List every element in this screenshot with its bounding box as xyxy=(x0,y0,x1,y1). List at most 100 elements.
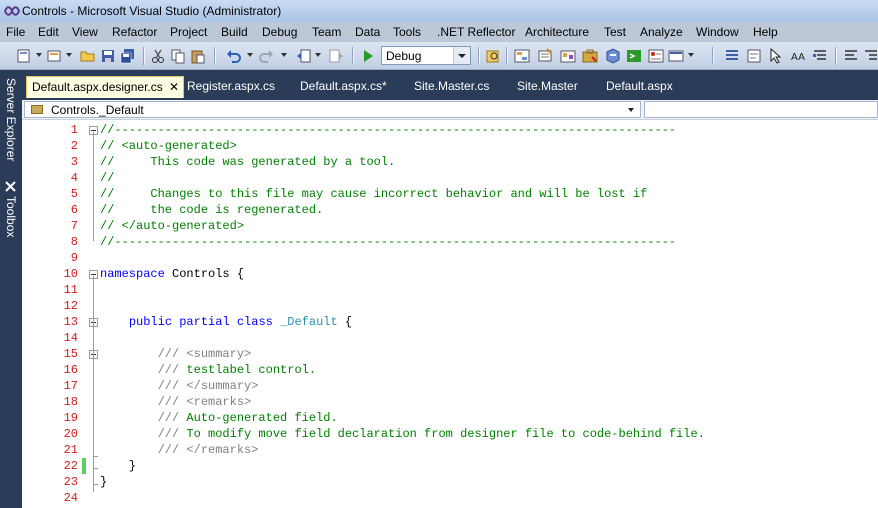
solution-configuration-dropdown[interactable]: Debug xyxy=(381,46,471,65)
object-browser-icon[interactable] xyxy=(560,48,576,64)
type-selector-value: Controls._Default xyxy=(51,103,144,117)
add-item-dropdown-icon[interactable] xyxy=(66,53,72,57)
code-line[interactable]: 24 xyxy=(22,490,878,506)
toolbar-separator xyxy=(712,47,714,65)
menu-analyze[interactable]: Analyze xyxy=(640,25,683,39)
paste-icon[interactable] xyxy=(190,48,206,64)
tab-register-aspx-cs[interactable]: Register.aspx.cs xyxy=(180,76,276,98)
menu-project[interactable]: Project xyxy=(170,25,207,39)
undo-dropdown-icon[interactable] xyxy=(247,53,253,57)
command-window-icon[interactable] xyxy=(626,48,642,64)
tab-default-aspx-cs[interactable]: Default.aspx.cs* xyxy=(294,76,390,98)
code-token: // the code is regenerated. xyxy=(100,203,324,217)
menu-edit[interactable]: Edit xyxy=(38,25,59,39)
code-line[interactable]: 13 public partial class _Default { xyxy=(22,314,878,330)
immediate-window-icon[interactable] xyxy=(668,48,684,64)
find-in-files-icon[interactable] xyxy=(485,48,501,64)
code-line[interactable]: 23} xyxy=(22,474,878,490)
format-list-icon[interactable] xyxy=(724,48,740,64)
tab-site-master-cs[interactable]: Site.Master.cs xyxy=(408,76,498,98)
code-line[interactable]: 12 xyxy=(22,298,878,314)
toggle-breakpoint-icon[interactable] xyxy=(746,48,762,64)
toolbox-tab[interactable]: Toolbox xyxy=(2,180,20,250)
menu-file[interactable]: File xyxy=(6,25,25,39)
class-icon xyxy=(31,105,43,114)
redo-icon[interactable] xyxy=(258,48,274,64)
font-icon[interactable]: AA xyxy=(790,48,806,64)
menu-test[interactable]: Test xyxy=(604,25,626,39)
code-line[interactable]: 6 // the code is regenerated. xyxy=(22,202,878,218)
type-selector-dropdown[interactable]: Controls._Default xyxy=(24,101,641,118)
menu-team[interactable]: Team xyxy=(312,25,341,39)
svg-text:AA: AA xyxy=(791,52,805,63)
menu-net-reflector[interactable]: .NET Reflector xyxy=(437,25,515,39)
code-line[interactable]: 18 /// <remarks> xyxy=(22,394,878,410)
code-line[interactable]: 14 xyxy=(22,330,878,346)
code-line[interactable]: 15 /// <summary> xyxy=(22,346,878,362)
save-all-icon[interactable] xyxy=(120,48,136,64)
code-line[interactable]: 21 /// </remarks> xyxy=(22,442,878,458)
indent-icon[interactable] xyxy=(863,48,878,64)
code-line[interactable]: 10 namespace Controls { xyxy=(22,266,878,282)
open-file-icon[interactable] xyxy=(80,48,96,64)
start-page-icon[interactable] xyxy=(605,48,621,64)
code-line[interactable]: 22 } xyxy=(22,458,878,474)
member-selector-dropdown[interactable] xyxy=(644,101,878,118)
navigate-forward-icon[interactable] xyxy=(328,48,344,64)
new-project-icon[interactable] xyxy=(16,48,32,64)
menu-tools[interactable]: Tools xyxy=(393,25,421,39)
code-token: namespace xyxy=(100,267,165,281)
menu-view[interactable]: View xyxy=(72,25,98,39)
chevron-down-icon[interactable] xyxy=(628,108,634,112)
redo-dropdown-icon[interactable] xyxy=(281,53,287,57)
properties-icon[interactable] xyxy=(537,48,553,64)
tab-default-aspx-designer-cs[interactable]: Default.aspx.designer.cs ✕ xyxy=(26,76,184,98)
code-line[interactable]: 16 /// testlabel control. xyxy=(22,362,878,378)
code-line[interactable]: 8 //-------------------------------------… xyxy=(22,234,878,250)
code-line[interactable]: 20 /// To modify move field declaration … xyxy=(22,426,878,442)
menu-data[interactable]: Data xyxy=(355,25,380,39)
code-line[interactable]: 4 // xyxy=(22,170,878,186)
code-line[interactable]: 17 /// </summary> xyxy=(22,378,878,394)
tab-default-aspx[interactable]: Default.aspx xyxy=(598,76,678,98)
menu-help[interactable]: Help xyxy=(753,25,778,39)
cut-icon[interactable] xyxy=(150,48,166,64)
error-list-icon[interactable] xyxy=(648,48,664,64)
new-project-dropdown-icon[interactable] xyxy=(36,53,42,57)
uncomment-icon[interactable] xyxy=(843,48,859,64)
menu-window[interactable]: Window xyxy=(696,25,739,39)
code-line[interactable]: 2 // <auto-generated> xyxy=(22,138,878,154)
undo-icon[interactable] xyxy=(226,48,242,64)
menu-refactor[interactable]: Refactor xyxy=(112,25,157,39)
code-line[interactable]: 7 // </auto-generated> xyxy=(22,218,878,234)
code-line[interactable]: 19 /// Auto-generated field. xyxy=(22,410,878,426)
start-debugging-icon[interactable] xyxy=(360,48,376,64)
server-explorer-tab[interactable]: Server Explorer xyxy=(2,78,20,180)
comment-icon[interactable] xyxy=(812,48,828,64)
menu-build[interactable]: Build xyxy=(221,25,248,39)
menu-debug[interactable]: Debug xyxy=(262,25,297,39)
navigate-backward-icon[interactable] xyxy=(296,48,312,64)
code-line[interactable]: 5 // Changes to this file may cause incor… xyxy=(22,186,878,202)
line-number: 17 xyxy=(63,379,78,393)
line-number: 2 xyxy=(70,139,78,153)
code-editor[interactable]: 1 //-------------------------------------… xyxy=(22,120,878,508)
navigate-backward-dropdown-icon[interactable] xyxy=(315,53,321,57)
pointer-icon[interactable] xyxy=(768,48,784,64)
close-icon[interactable]: ✕ xyxy=(169,80,179,94)
tab-site-master[interactable]: Site.Master xyxy=(510,76,580,98)
code-line[interactable]: 11 xyxy=(22,282,878,298)
save-icon[interactable] xyxy=(100,48,116,64)
toolbox-icon[interactable] xyxy=(582,48,598,64)
code-line[interactable]: 3 // This code was generated by a tool. xyxy=(22,154,878,170)
chevron-down-icon[interactable] xyxy=(453,47,470,64)
solution-explorer-icon[interactable] xyxy=(514,48,530,64)
toolbox-tools-icon xyxy=(5,181,16,192)
more-tools-dropdown-icon[interactable] xyxy=(688,53,694,57)
copy-icon[interactable] xyxy=(170,48,186,64)
add-item-icon[interactable] xyxy=(46,48,62,64)
code-line[interactable]: 9 xyxy=(22,250,878,266)
code-token: <summary> xyxy=(186,347,252,361)
code-line[interactable]: 1 //-------------------------------------… xyxy=(22,122,878,138)
menu-architecture[interactable]: Architecture xyxy=(525,25,589,39)
